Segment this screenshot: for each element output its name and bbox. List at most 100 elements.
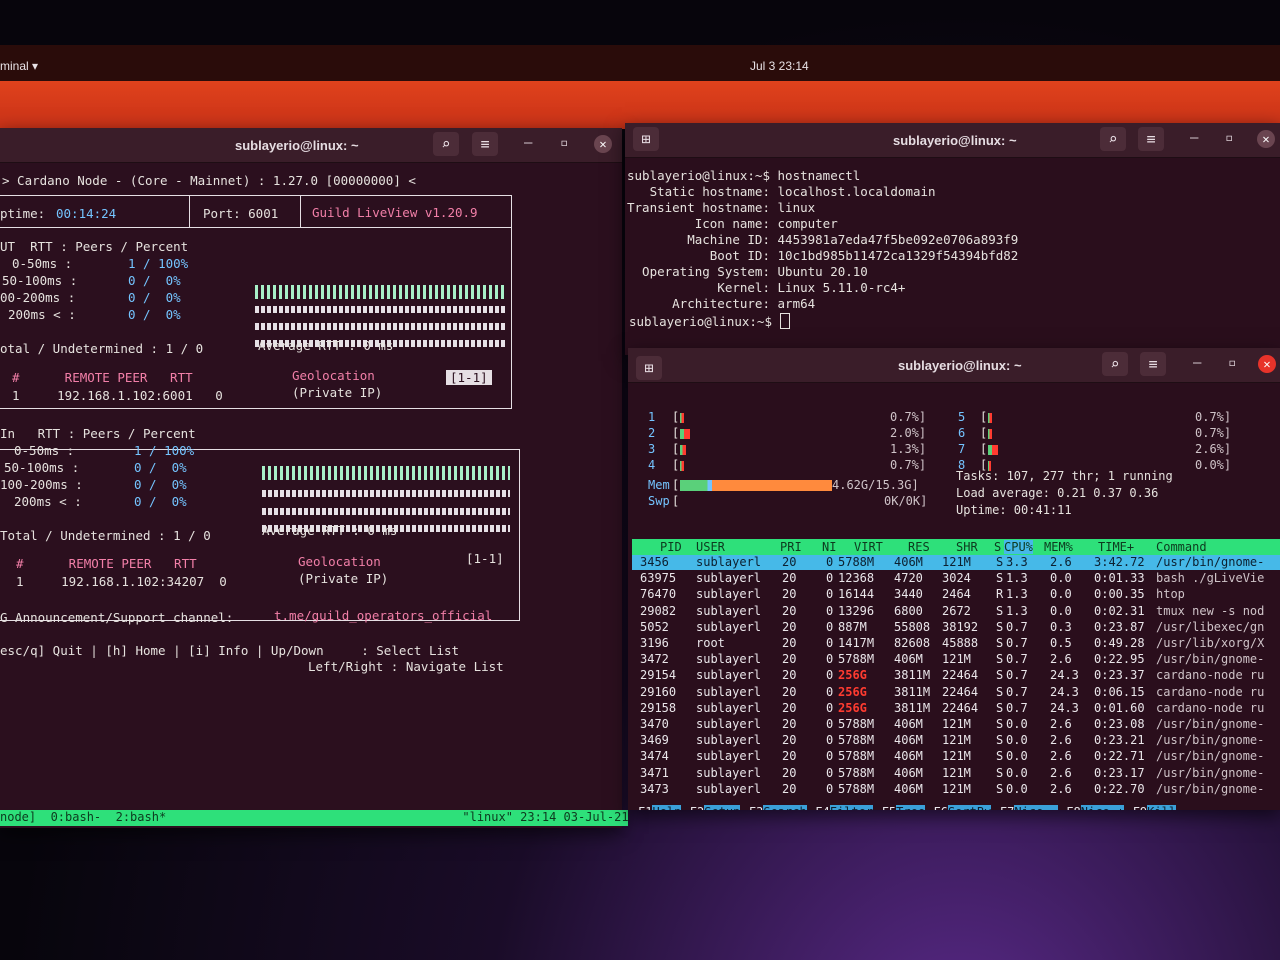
cell-pid: 3469	[640, 733, 669, 748]
cell-ni: 0	[826, 603, 834, 618]
cell-mem: 2.6	[1050, 717, 1072, 731]
table-row[interactable]: 3471 sublayerl 20 0 5788M 406M 121M S 0.0 2.6 0:23…	[632, 766, 1280, 781]
menu-icon[interactable]: ≡	[472, 132, 498, 156]
minimize-icon[interactable]: –	[524, 136, 532, 150]
close-icon[interactable]: ✕	[1258, 355, 1276, 373]
fkey-setup[interactable]: F2Setup	[690, 805, 741, 810]
table-row[interactable]: 3472 sublayerl 20 0 5788M 406M 121M S 0.7 2.6 0:22…	[632, 652, 1280, 667]
htop-body[interactable]: 1 [0.7%] 2 [2.0%] 3 [1.3%] 4 [0.7%] 5 [0.7%] 6 [0.…	[628, 383, 1280, 810]
fkey-nice[interactable]: F7Nice -	[1000, 805, 1058, 810]
fkey-filter[interactable]: F4Filter	[815, 805, 874, 810]
top-bar: minal ▾ Jul 3 23:14	[0, 45, 1280, 81]
menu-icon[interactable]: ≡	[1140, 352, 1166, 376]
rtt-label: 0-50ms :	[12, 256, 73, 271]
table-row[interactable]: 76470 sublayerl 20 0 16144 3440 2464 R 1.3 0.0 0:0…	[632, 587, 1280, 602]
fkey-kill[interactable]: F9Kill	[1133, 805, 1177, 810]
in-geo-row: (Private IP)	[298, 571, 389, 586]
terminal-body[interactable]: > Cardano Node - (Core - Mainnet) : 1.27…	[0, 163, 622, 828]
terminal-body[interactable]: sublayerio@linux:~$ hostnamectl Static h…	[625, 158, 1280, 355]
table-row[interactable]: 29158 sublayerl 20 0 256G 3811M 22464 S 0.7 24.3 0…	[632, 701, 1280, 716]
fkey-sortby[interactable]: F6SortBy	[934, 805, 992, 810]
out-peer-row[interactable]: 1 192.168.1.102:6001 0	[12, 388, 223, 403]
search-icon[interactable]: ⌕	[1102, 352, 1128, 376]
close-icon[interactable]: ✕	[1257, 130, 1275, 148]
cpu-percent: 1.3%]	[890, 442, 927, 456]
minimize-icon[interactable]: –	[1193, 356, 1201, 370]
column-header-user[interactable]: USER	[696, 540, 725, 554]
table-row[interactable]: 29082 sublayerl 20 0 13296 6800 2672 S 1.3 0.0 0:0…	[632, 604, 1280, 619]
maximize-icon[interactable]: ▫	[1225, 131, 1233, 145]
in-bar-50-100	[262, 490, 510, 497]
close-icon[interactable]: ✕	[594, 135, 612, 153]
rtt-label: 50-100ms :	[2, 273, 78, 288]
search-icon[interactable]: ⌕	[433, 132, 459, 156]
table-row[interactable]: 5052 sublayerl 20 0 887M 55808 38192 S 0.7 0.3 0:2…	[632, 620, 1280, 635]
table-row[interactable]: 3473 sublayerl 20 0 5788M 406M 121M S 0.0 2.6 0:22…	[632, 782, 1280, 797]
table-row[interactable]: 3469 sublayerl 20 0 5788M 406M 121M S 0.0 2.6 0:23…	[632, 733, 1280, 748]
output-line: Kernel: Linux 5.11.0-rc4+	[627, 280, 906, 295]
fkey-help[interactable]: F1Help	[638, 805, 682, 810]
out-geo-head: Geolocation	[292, 368, 375, 383]
table-row[interactable]: 63975 sublayerl 20 0 12368 4720 3024 S 1.3 0.0 0:0…	[632, 571, 1280, 586]
maximize-icon[interactable]: ▫	[560, 136, 568, 150]
table-row[interactable]: 29154 sublayerl 20 0 256G 3811M 22464 S 0.7 24.3 0…	[632, 668, 1280, 683]
column-header-virt[interactable]: VIRT	[854, 540, 883, 554]
cell-s: S	[996, 749, 1004, 764]
rtt-label: 100-200ms :	[0, 477, 83, 492]
announcement-link[interactable]: t.me/guild_operators_official	[274, 608, 492, 623]
clock[interactable]: Jul 3 23:14	[750, 59, 809, 73]
column-header-shr[interactable]: SHR	[956, 540, 978, 554]
column-header-mem[interactable]: MEM%	[1044, 540, 1073, 554]
new-tab-icon[interactable]: ⊞	[633, 127, 659, 151]
fkey-tree[interactable]: F5Tree	[882, 805, 926, 810]
cpu-bar	[988, 413, 992, 423]
column-header-cpu[interactable]: CPU%	[1004, 540, 1033, 554]
rtt-value: 0 / 0%	[128, 273, 181, 288]
cell-shr: 121M	[942, 733, 971, 748]
column-header-time[interactable]: TIME+	[1098, 540, 1134, 554]
column-header-res[interactable]: RES	[908, 540, 930, 554]
column-header-command[interactable]: Command	[1156, 540, 1207, 554]
cell-pri: 20	[782, 555, 797, 569]
process-table-header[interactable]: PID USER PRI NI VIRT RES SHR S CPU% MEM% TIME+ Comm…	[632, 539, 1280, 555]
in-peer-row[interactable]: 1 192.168.1.102:34207 0	[16, 574, 227, 589]
column-header-s[interactable]: S	[994, 540, 1001, 554]
table-row[interactable]: 3196 root 20 0 1417M 82608 45888 S 0.7 0.5 0:49.28…	[632, 636, 1280, 651]
prompt-line[interactable]: sublayerio@linux:~$	[629, 313, 790, 329]
cell-command: /usr/bin/gnome-	[1156, 749, 1265, 764]
table-row[interactable]: 3470 sublayerl 20 0 5788M 406M 121M S 0.0 2.6 0:23…	[632, 717, 1280, 732]
search-icon[interactable]: ⌕	[1100, 127, 1126, 151]
cell-ni: 0	[826, 765, 834, 780]
new-tab-icon[interactable]: ⊞	[636, 356, 662, 380]
cell-pid: 3473	[640, 781, 669, 796]
cell-user: sublayerl	[696, 717, 762, 731]
cell-cpu: 0.7	[1006, 668, 1028, 683]
cell-command: bash ./gLiveVie	[1156, 571, 1265, 586]
fkey-search[interactable]: F3Search	[749, 805, 807, 810]
minimize-icon[interactable]: –	[1190, 131, 1198, 145]
out-page-indicator: [1-1]	[446, 370, 492, 385]
cell-cpu: 0.0	[1006, 733, 1028, 748]
table-row[interactable]: 29160 sublayerl 20 0 256G 3811M 22464 S 0.7 24.3 0…	[632, 685, 1280, 700]
rtt-value: 0 / 0%	[134, 494, 187, 509]
cell-time: 0:23.87	[1094, 619, 1145, 634]
app-menu[interactable]: minal ▾	[0, 59, 38, 73]
cell-time: 0:06.15	[1094, 684, 1145, 699]
in-page-indicator: [1-1]	[466, 551, 504, 566]
cell-pri: 20	[782, 684, 797, 699]
menu-icon[interactable]: ≡	[1138, 127, 1164, 151]
liveview-terminal-window[interactable]: sublayerio@linux: ~ ⌕ ≡ – ▫ ✕ > Cardano …	[0, 128, 622, 828]
fkey-nice[interactable]: F8Nice +	[1066, 805, 1125, 810]
table-row[interactable]: 3474 sublayerl 20 0 5788M 406M 121M S 0.0 2.6 0:22…	[632, 749, 1280, 764]
htop-terminal-window[interactable]: ⊞ sublayerio@linux: ~ ⌕ ≡ – ▫ ✕ 1 [0.7%] 2…	[628, 348, 1280, 810]
column-header-pri[interactable]: PRI	[780, 540, 802, 554]
cell-pid: 3470	[640, 717, 669, 731]
hostnamectl-terminal-window[interactable]: ⊞ sublayerio@linux: ~ ⌕ ≡ – ▫ ✕ sublayer…	[625, 123, 1280, 355]
column-header-ni[interactable]: NI	[822, 540, 836, 554]
cpu-percent: 0.7%]	[890, 458, 927, 472]
column-header-pid[interactable]: PID	[660, 540, 682, 554]
table-row[interactable]: 3456 sublayerl 20 0 5788M 406M 121M S 3.3 2.6 3:42…	[632, 555, 1280, 570]
cell-shr: 2464	[942, 587, 971, 602]
maximize-icon[interactable]: ▫	[1228, 356, 1236, 370]
cell-pid: 76470	[640, 587, 677, 602]
